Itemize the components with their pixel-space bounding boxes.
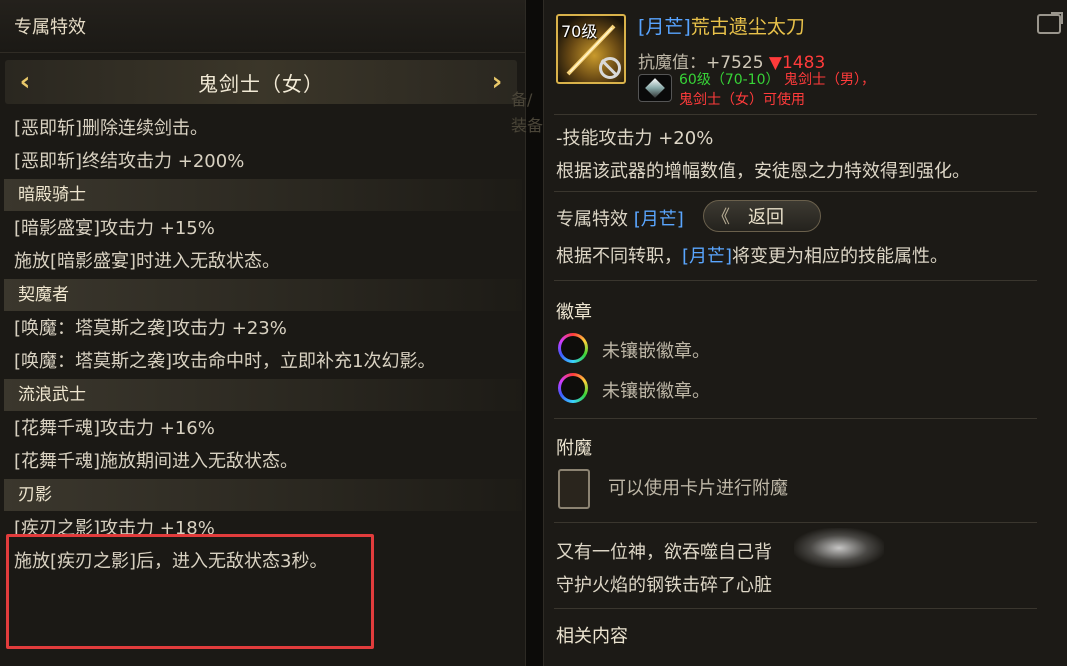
requirement: 60级（70-10） 鬼剑士（男），	[679, 69, 875, 89]
class-title: 鬼剑士（女）	[198, 71, 324, 96]
subclass-header: 刃影	[4, 479, 522, 511]
divider	[554, 608, 1037, 609]
panel-title: 专属特效	[0, 0, 525, 53]
effect-line: 根据该武器的增幅数值，安徒恩之力特效得到强化。	[556, 161, 970, 182]
effect-line: [疾刃之影]攻击力 +18%	[14, 518, 215, 539]
gem-icon	[638, 74, 672, 102]
double-chevron-left-icon: 《	[712, 207, 730, 228]
divider	[554, 522, 1037, 523]
required-class-2: 鬼剑士（女）可使用	[679, 92, 805, 108]
emblem-title: 徽章	[556, 302, 592, 323]
effect-line: [唤魔：塔莫斯之袭]攻击命中时，立即补充1次幻影。	[14, 351, 436, 372]
effect-line: 施放[疾刃之影]后，进入无敌状态3秒。	[14, 551, 328, 572]
item-tag: [月芒]	[638, 16, 691, 38]
enchant-text: 可以使用卡片进行附魔	[608, 478, 788, 499]
app-root: 专属特效 ‹ 鬼剑士（女） › [恶即斩]删除连续剑击。 [恶即斩]终结攻击力 …	[0, 0, 1067, 666]
light-glare	[794, 528, 884, 568]
exclusive-effect-panel: 专属特效 ‹ 鬼剑士（女） › [恶即斩]删除连续剑击。 [恶即斩]终结攻击力 …	[0, 0, 526, 666]
share-icon[interactable]	[1037, 12, 1063, 34]
effect-line: 施放[暗影盛宴]时进入无敌状态。	[14, 251, 281, 272]
item-name: [月芒]荒古遗尘太刀	[638, 12, 805, 39]
exclusive-tag: [月芒]	[633, 209, 684, 230]
divider	[554, 114, 1037, 115]
desc-text: 根据不同转职，	[556, 246, 682, 267]
exclusive-effect-label: 专属特效 [月芒]	[556, 205, 684, 231]
subclass-header: 暗殿骑士	[4, 179, 522, 211]
item-icon: 70级	[556, 14, 626, 84]
item-tooltip-panel: 70级 [月芒]荒古遗尘太刀 抗魔值：+7525 ▼1483 60级（70-10…	[543, 0, 1067, 666]
desc-tag: [月芒]	[682, 246, 733, 267]
divider	[554, 418, 1037, 419]
lore-line: 守护火焰的钢铁击碎了心脏	[556, 575, 772, 596]
lore-line: 又有一位神，欲吞噬自己背	[556, 542, 772, 563]
divider	[554, 191, 1037, 192]
exclusive-label: 专属特效	[556, 209, 628, 230]
background-text: 装备	[511, 116, 544, 135]
prohibited-icon	[599, 57, 621, 79]
effect-line: [花舞千魂]攻击力 +16%	[14, 418, 215, 439]
emblem-slot-icon[interactable]	[558, 333, 588, 363]
effect-line: [花舞千魂]施放期间进入无敌状态。	[14, 451, 299, 472]
effect-line: -技能攻击力 +20%	[556, 128, 714, 149]
divider	[554, 280, 1037, 281]
emblem-slot-icon[interactable]	[558, 373, 588, 403]
prev-class-button[interactable]: ‹	[5, 60, 45, 104]
card-slot-icon[interactable]	[558, 469, 590, 509]
related-content-title[interactable]: 相关内容	[556, 622, 628, 648]
subclass-header: 契魔者	[4, 279, 522, 311]
effect-line: [唤魔：塔莫斯之袭]攻击力 +23%	[14, 318, 287, 339]
subclass-header: 流浪武士	[4, 379, 522, 411]
required-class: 鬼剑士（男），	[783, 72, 875, 88]
desc-text: 将变更为相应的技能属性。	[732, 246, 949, 267]
return-label: 返回	[748, 207, 784, 228]
emblem-slot-text: 未镶嵌徽章。	[602, 381, 710, 402]
item-level: 70级	[561, 22, 598, 41]
required-level: 60级（70-10）	[679, 72, 780, 88]
return-button[interactable]: 《 返回	[703, 200, 821, 232]
class-selector: ‹ 鬼剑士（女） ›	[5, 60, 517, 104]
background-text: 备/	[511, 90, 533, 109]
effect-line: [暗影盛宴]攻击力 +15%	[14, 218, 215, 239]
item-title: 荒古遗尘太刀	[690, 16, 805, 38]
effect-line: [恶即斩]删除连续剑击。	[14, 118, 209, 139]
effect-list: [恶即斩]删除连续剑击。 [恶即斩]终结攻击力 +200% 暗殿骑士 [暗影盛宴…	[0, 112, 525, 578]
emblem-slot-text: 未镶嵌徽章。	[602, 341, 710, 362]
enchant-title: 附魔	[556, 438, 592, 459]
exclusive-desc: 根据不同转职，[月芒]将变更为相应的技能属性。	[556, 242, 948, 268]
effect-line: [恶即斩]终结攻击力 +200%	[14, 151, 245, 172]
